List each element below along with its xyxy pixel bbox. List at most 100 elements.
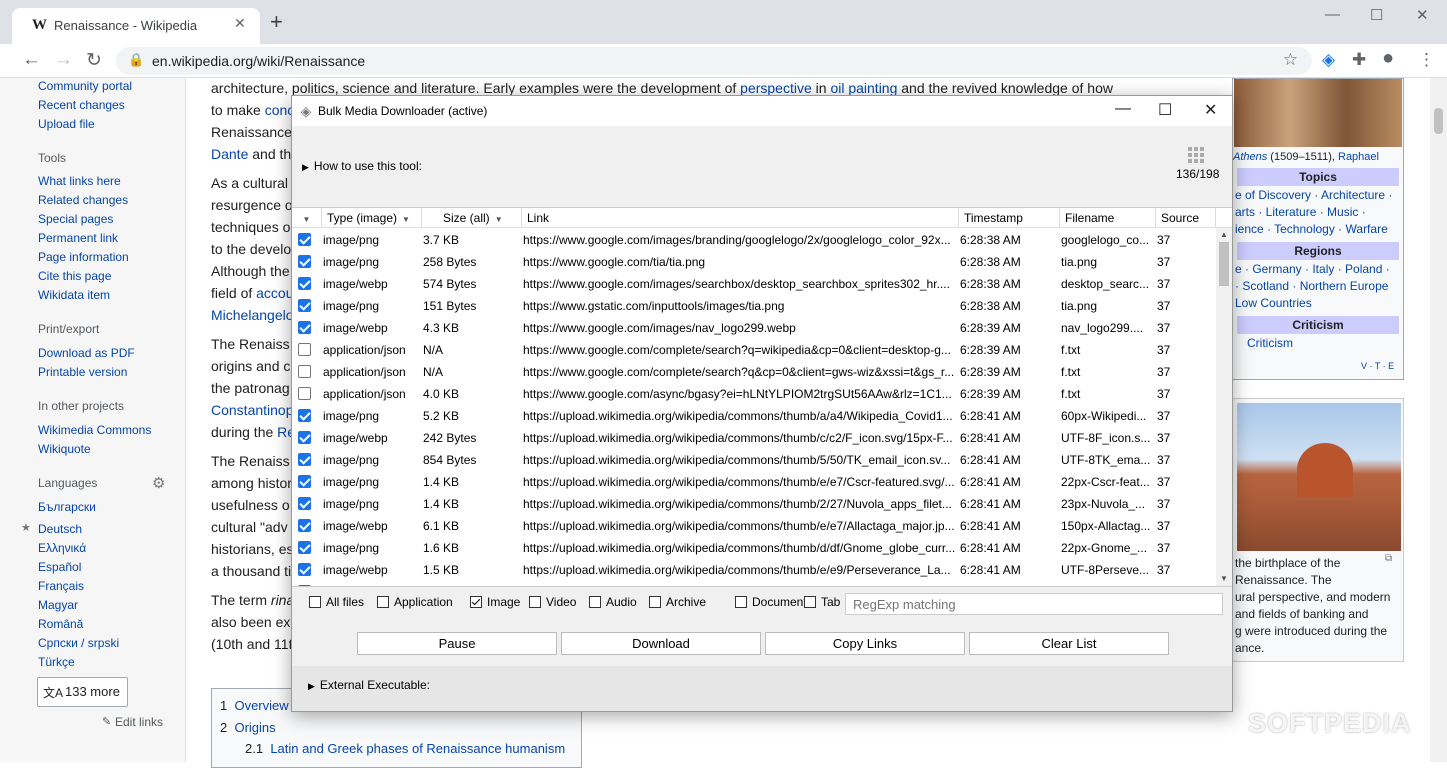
row-checkbox[interactable] — [298, 343, 311, 356]
scroll-down-icon[interactable]: ▼ — [1220, 574, 1228, 583]
article-link[interactable]: conc — [265, 102, 295, 118]
filter-checkbox[interactable] — [309, 596, 321, 608]
sidebar-lang-es[interactable]: Español — [38, 560, 81, 574]
filter-video[interactable]: Video — [529, 595, 576, 609]
row-checkbox[interactable] — [298, 519, 311, 532]
row-checkbox[interactable] — [298, 387, 311, 400]
link-constantinople[interactable]: Constantinop — [211, 402, 294, 418]
infobox-topics-line[interactable]: e of Discovery · Architecture · — [1235, 188, 1392, 202]
edit-links-link[interactable]: Edit links — [115, 715, 163, 729]
sidebar-link-download-pdf[interactable]: Download as PDF — [38, 346, 135, 360]
row-checkbox[interactable] — [298, 497, 311, 510]
school-of-athens-image[interactable] — [1234, 79, 1402, 147]
row-checkbox[interactable] — [298, 585, 311, 586]
link-perspective[interactable]: perspective — [740, 80, 812, 96]
sidebar-lang-de[interactable]: Deutsch — [38, 522, 82, 536]
sidebar-lang-bg[interactable]: Български — [38, 500, 96, 514]
sidebar-lang-ro[interactable]: Română — [38, 617, 83, 631]
page-scrollbar[interactable] — [1430, 78, 1447, 762]
more-languages-button[interactable]: 文A 133 more — [37, 677, 128, 707]
sidebar-link-related-changes[interactable]: Related changes — [38, 193, 128, 207]
scroll-up-icon[interactable]: ▲ — [1220, 230, 1228, 239]
copy-links-button[interactable]: Copy Links — [765, 632, 965, 655]
new-tab-icon[interactable]: + — [270, 11, 283, 33]
download-button[interactable]: Download — [561, 632, 761, 655]
sidebar-lang-el[interactable]: Ελληνικά — [38, 541, 86, 555]
filter-archive[interactable]: Archive — [649, 595, 706, 609]
sidebar-link-cite-this-page[interactable]: Cite this page — [38, 269, 111, 283]
external-executable-disclosure[interactable]: ▶ External Executable: — [308, 678, 430, 692]
sidebar-link-recent-changes[interactable]: Recent changes — [38, 98, 125, 112]
caption-link-raphael[interactable]: Raphael — [1338, 151, 1379, 163]
sidebar-link-what-links-here[interactable]: What links here — [38, 174, 121, 188]
toc-item[interactable]: 2.1 Latin and Greek phases of Renaissanc… — [245, 741, 565, 756]
sidebar-link-community-portal[interactable]: Community portal — [38, 79, 132, 93]
table-row[interactable]: application/json N/A https://www.google.co… — [292, 361, 1216, 383]
infobox-regions-line[interactable]: Low Countries — [1235, 296, 1312, 310]
row-checkbox[interactable] — [298, 277, 311, 290]
howto-disclosure[interactable]: ▶ How to use this tool: — [302, 159, 422, 173]
filter-checkbox[interactable] — [529, 596, 541, 608]
sidebar-link-upload-file[interactable]: Upload file — [38, 117, 95, 131]
bookmark-star-icon[interactable]: ☆ — [1283, 50, 1298, 70]
table-row[interactable]: image/png 1.4 KB https://upload.wikimedia.… — [292, 493, 1216, 515]
browser-tab[interactable]: W Renaissance - Wikipedia ✕ — [12, 8, 260, 44]
infobox-criticism-link[interactable]: Criticism — [1247, 336, 1293, 350]
infobox-vte[interactable]: V · T · E — [1361, 361, 1394, 371]
filter-checkbox[interactable] — [735, 596, 747, 608]
row-checkbox[interactable] — [298, 453, 311, 466]
table-row[interactable]: image/png 3.7 KB https://www.google.com/im… — [292, 229, 1216, 251]
row-checkbox[interactable] — [298, 255, 311, 268]
table-row[interactable]: image/webp 574 Bytes https://www.google.co… — [292, 273, 1216, 295]
toc-item[interactable]: 1 Overview — [220, 698, 289, 713]
extension-downloader-icon[interactable]: ◈ — [1322, 50, 1335, 70]
table-row[interactable]: image/png 5.2 KB https://upload.wikimedia.… — [292, 405, 1216, 427]
address-bar[interactable]: 🔒 en.wikipedia.org/wiki/Renaissance ☆ — [116, 47, 1312, 75]
table-row[interactable]: image/webp 6.1 KB https://upload.wikimedia… — [292, 515, 1216, 537]
tab-close-icon[interactable]: ✕ — [234, 15, 246, 32]
maximize-icon[interactable]: ☐ — [1370, 6, 1383, 24]
reload-icon[interactable]: ↻ — [86, 49, 102, 72]
page-scrollbar-thumb[interactable] — [1434, 108, 1443, 134]
clear-list-button[interactable]: Clear List — [969, 632, 1169, 655]
filter-checkbox[interactable] — [377, 596, 389, 608]
filter-checkbox[interactable] — [589, 596, 601, 608]
table-row[interactable]: image/webp 914 Bytes https://upload.wikime… — [292, 581, 1216, 586]
language-settings-gear-icon[interactable]: ⚙ — [152, 474, 165, 492]
table-row[interactable]: application/json 4.0 KB https://www.google… — [292, 383, 1216, 405]
toc-link-origins[interactable]: Origins — [234, 720, 275, 735]
table-row[interactable]: image/png 854 Bytes https://upload.wikimed… — [292, 449, 1216, 471]
article-link[interactable]: accou — [256, 285, 293, 301]
filter-checkbox[interactable] — [804, 596, 816, 608]
profile-avatar-icon[interactable]: ● — [1382, 47, 1394, 70]
dialog-minimize-icon[interactable]: — — [1115, 100, 1131, 118]
table-row[interactable]: application/json N/A https://www.google.co… — [292, 339, 1216, 361]
dialog-titlebar[interactable]: ◈ Bulk Media Downloader (active) — ☐ ✕ — [292, 96, 1232, 126]
filter-document[interactable]: Document — [735, 595, 807, 609]
row-checkbox[interactable] — [298, 563, 311, 576]
pause-button[interactable]: Pause — [357, 632, 557, 655]
row-checkbox[interactable] — [298, 475, 311, 488]
sidebar-lang-hu[interactable]: Magyar — [38, 598, 78, 612]
infobox-regions-line[interactable]: e · Germany · Italy · Poland · — [1235, 262, 1390, 276]
row-checkbox[interactable] — [298, 321, 311, 334]
sidebar-link-printable-version[interactable]: Printable version — [38, 365, 127, 379]
toc-link-latin-greek[interactable]: Latin and Greek phases of Renaissance hu… — [270, 741, 565, 756]
filter-application[interactable]: Application — [377, 595, 453, 609]
infobox-regions-line[interactable]: · Scotland · Northern Europe — [1235, 279, 1388, 293]
forward-icon[interactable]: → — [54, 49, 73, 71]
table-row[interactable]: image/webp 242 Bytes https://upload.wikime… — [292, 427, 1216, 449]
table-scrollbar-thumb[interactable] — [1219, 242, 1229, 286]
filter-image[interactable]: Image — [470, 595, 520, 609]
toc-item[interactable]: 2 Origins — [220, 720, 276, 735]
filter-tab[interactable]: Tab — [804, 595, 840, 609]
sidebar-link-page-information[interactable]: Page information — [38, 250, 129, 264]
extensions-puzzle-icon[interactable]: ✚ — [1352, 50, 1366, 70]
filter-checkbox[interactable] — [649, 596, 661, 608]
back-icon[interactable]: ← — [22, 49, 41, 71]
filter-all-files[interactable]: All files — [309, 595, 364, 609]
table-row[interactable]: image/png 151 Bytes https://www.gstatic.co… — [292, 295, 1216, 317]
filter-checkbox[interactable] — [470, 596, 482, 608]
table-row[interactable]: image/png 1.6 KB https://upload.wikimedia.… — [292, 537, 1216, 559]
link-dante[interactable]: Dante — [211, 146, 248, 162]
